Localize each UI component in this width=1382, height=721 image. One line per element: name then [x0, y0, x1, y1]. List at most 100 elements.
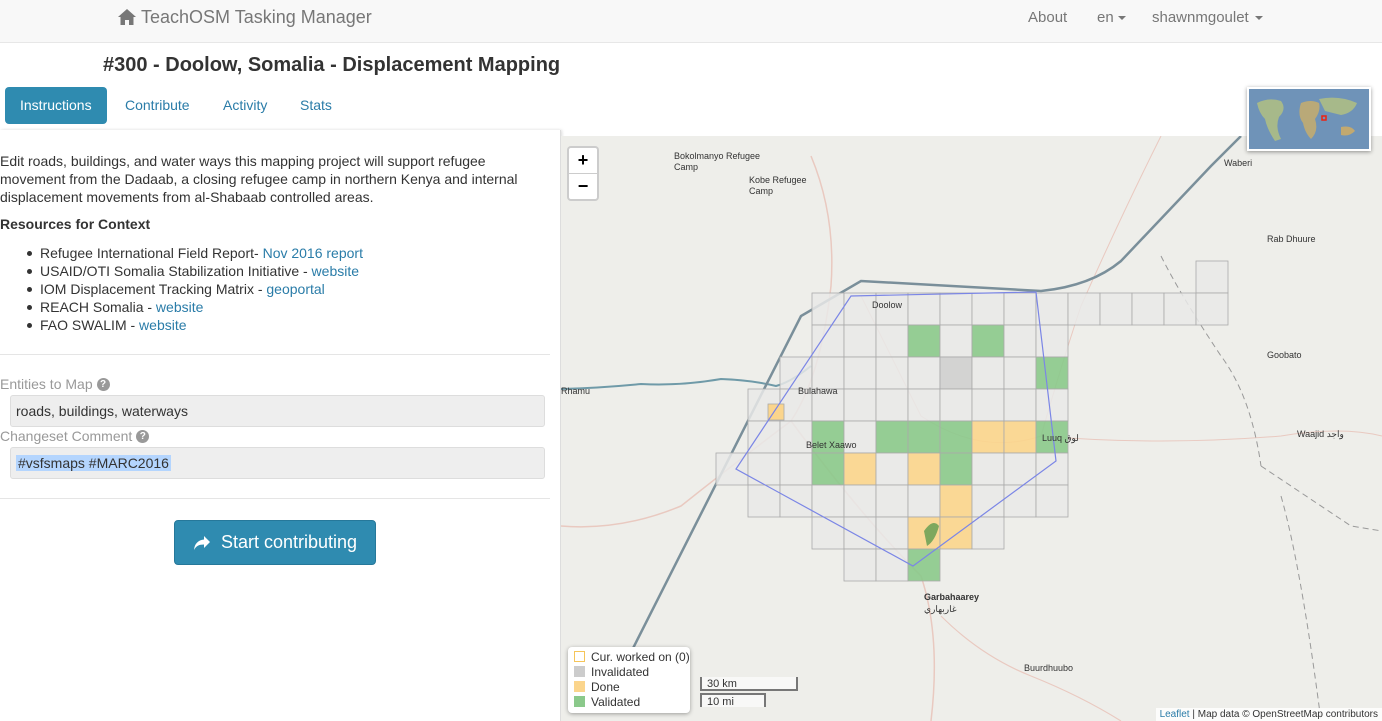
task-tile[interactable]	[875, 548, 909, 582]
task-tile[interactable]	[939, 484, 973, 518]
task-tile[interactable]	[875, 516, 909, 550]
task-tile[interactable]	[1099, 292, 1133, 326]
brand-link[interactable]: TeachOSM Tasking Manager	[117, 6, 372, 28]
task-tile[interactable]	[1003, 292, 1037, 326]
task-tile[interactable]	[843, 548, 877, 582]
task-tile[interactable]	[843, 452, 877, 486]
task-tile[interactable]	[1163, 292, 1197, 326]
task-tile[interactable]	[1003, 452, 1037, 486]
changeset-field[interactable]: #vsfsmaps #MARC2016	[10, 447, 545, 479]
task-tile[interactable]	[971, 292, 1005, 326]
task-tile[interactable]	[971, 484, 1005, 518]
task-tile[interactable]	[971, 420, 1005, 454]
task-tile[interactable]	[939, 388, 973, 422]
task-tile[interactable]	[1195, 260, 1229, 294]
tab-instructions[interactable]: Instructions	[5, 87, 107, 124]
tab-activity[interactable]: Activity	[208, 87, 282, 124]
task-tile[interactable]	[907, 356, 941, 390]
task-tile[interactable]	[1067, 292, 1101, 326]
overview-minimap[interactable]	[1247, 87, 1371, 151]
task-tile[interactable]	[1035, 292, 1069, 326]
task-tile[interactable]	[907, 292, 941, 326]
legend-swatch	[574, 666, 585, 677]
resource-link[interactable]: website	[156, 299, 203, 315]
language-dropdown[interactable]: en	[1097, 9, 1126, 26]
task-tile[interactable]	[907, 324, 941, 358]
task-tile[interactable]	[939, 420, 973, 454]
task-tile[interactable]	[843, 484, 877, 518]
task-tile[interactable]	[1003, 324, 1037, 358]
task-tile[interactable]	[779, 452, 813, 486]
task-tile[interactable]	[1035, 356, 1069, 390]
task-tile[interactable]	[907, 388, 941, 422]
list-item: IOM Displacement Tracking Matrix - geopo…	[27, 280, 363, 298]
place-label: Belet Xaawo	[806, 440, 857, 450]
task-tile[interactable]	[971, 356, 1005, 390]
task-tile[interactable]	[1035, 484, 1069, 518]
zoom-out-button[interactable]: −	[569, 174, 597, 199]
task-tile[interactable]	[875, 356, 909, 390]
task-tile[interactable]	[843, 516, 877, 550]
task-tile[interactable]	[939, 356, 973, 390]
task-tile[interactable]	[875, 388, 909, 422]
entities-label-text: Entities to Map	[0, 376, 93, 392]
brand-title[interactable]: TeachOSM Tasking Manager	[141, 7, 372, 28]
task-tile[interactable]	[1035, 388, 1069, 422]
task-tile[interactable]	[875, 420, 909, 454]
task-tile[interactable]	[971, 452, 1005, 486]
resource-link[interactable]: Nov 2016 report	[263, 245, 363, 261]
task-tile[interactable]	[971, 516, 1005, 550]
task-tile[interactable]	[811, 452, 845, 486]
task-tile[interactable]	[811, 484, 845, 518]
task-tile[interactable]	[1003, 356, 1037, 390]
leaflet-link[interactable]: Leaflet	[1160, 709, 1190, 720]
resource-link[interactable]: website	[139, 317, 186, 333]
task-tile[interactable]	[1131, 292, 1165, 326]
task-tile[interactable]	[939, 324, 973, 358]
task-tile[interactable]	[843, 324, 877, 358]
task-tile[interactable]	[843, 356, 877, 390]
task-tile[interactable]	[747, 452, 781, 486]
task-tile[interactable]	[875, 484, 909, 518]
task-tile[interactable]	[779, 484, 813, 518]
entities-field[interactable]: roads, buildings, waterways	[10, 395, 545, 427]
project-map[interactable]: Bokolmanyo Refugee Camp Kobe Refugee Cam…	[561, 136, 1382, 721]
start-contributing-label: Start contributing	[220, 532, 358, 552]
task-tile[interactable]	[811, 516, 845, 550]
about-link[interactable]: About	[1028, 9, 1067, 26]
task-tile[interactable]	[939, 452, 973, 486]
tab-stats[interactable]: Stats	[285, 87, 347, 124]
place-label: Buurdhuubo	[1024, 663, 1074, 673]
task-tile[interactable]	[1003, 388, 1037, 422]
task-tile[interactable]	[1003, 420, 1037, 454]
language-label: en	[1097, 9, 1114, 26]
zoom-in-button[interactable]: +	[569, 148, 597, 174]
task-tile[interactable]	[907, 452, 941, 486]
task-tile[interactable]	[1195, 292, 1229, 326]
task-tile[interactable]	[811, 292, 845, 326]
help-icon[interactable]: ?	[136, 429, 150, 443]
start-contributing-button[interactable]: Start contributing	[174, 520, 376, 565]
task-tile[interactable]	[971, 324, 1005, 358]
resource-link[interactable]: website	[312, 263, 359, 279]
task-tile[interactable]	[939, 292, 973, 326]
place-label: Waajid واجد	[1297, 429, 1344, 439]
task-grid[interactable]	[715, 260, 1229, 582]
map-canvas[interactable]	[561, 136, 1382, 721]
tab-contribute[interactable]: Contribute	[110, 87, 205, 124]
project-description: Edit roads, buildings, and water ways th…	[0, 153, 518, 205]
task-tile[interactable]	[1003, 484, 1037, 518]
task-tile[interactable]	[843, 388, 877, 422]
task-tile[interactable]	[875, 324, 909, 358]
user-menu[interactable]: shawnmgoulet	[1152, 9, 1263, 26]
task-tile[interactable]	[907, 484, 941, 518]
resource-link[interactable]: geoportal	[266, 281, 324, 297]
task-tile[interactable]	[971, 388, 1005, 422]
task-tile[interactable]	[875, 452, 909, 486]
task-tile[interactable]	[1035, 452, 1069, 486]
task-tile[interactable]	[907, 548, 941, 582]
task-tile[interactable]	[907, 420, 941, 454]
task-tile[interactable]	[939, 516, 973, 550]
task-tile[interactable]	[811, 356, 845, 390]
help-icon[interactable]: ?	[96, 377, 110, 391]
